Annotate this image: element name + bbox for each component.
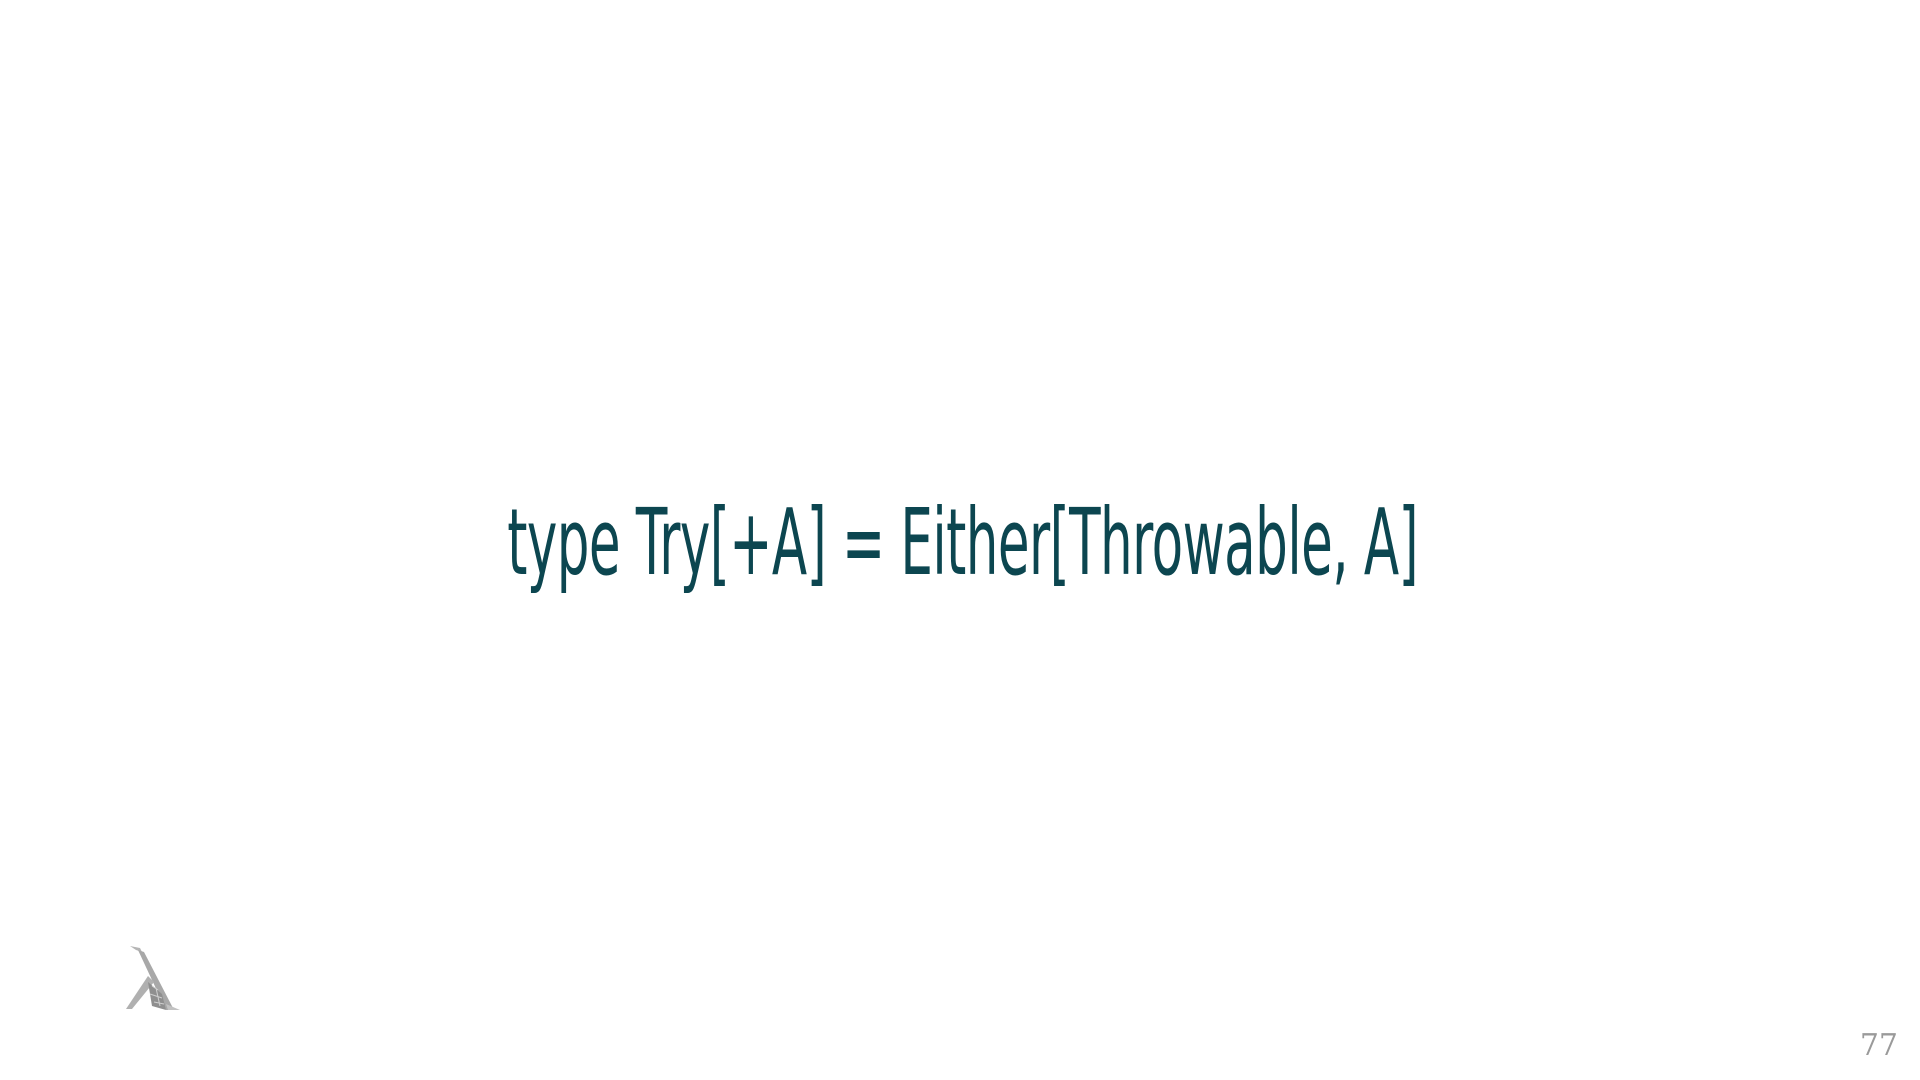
lambda-logo-icon bbox=[126, 946, 180, 1010]
slide: type Try[+A] = Either[Throwable, A] 77 bbox=[0, 0, 1920, 1080]
type-alias-definition: type Try[+A] = Either[Throwable, A] bbox=[507, 489, 1419, 596]
slide-page-number: 77 bbox=[1859, 1028, 1898, 1063]
